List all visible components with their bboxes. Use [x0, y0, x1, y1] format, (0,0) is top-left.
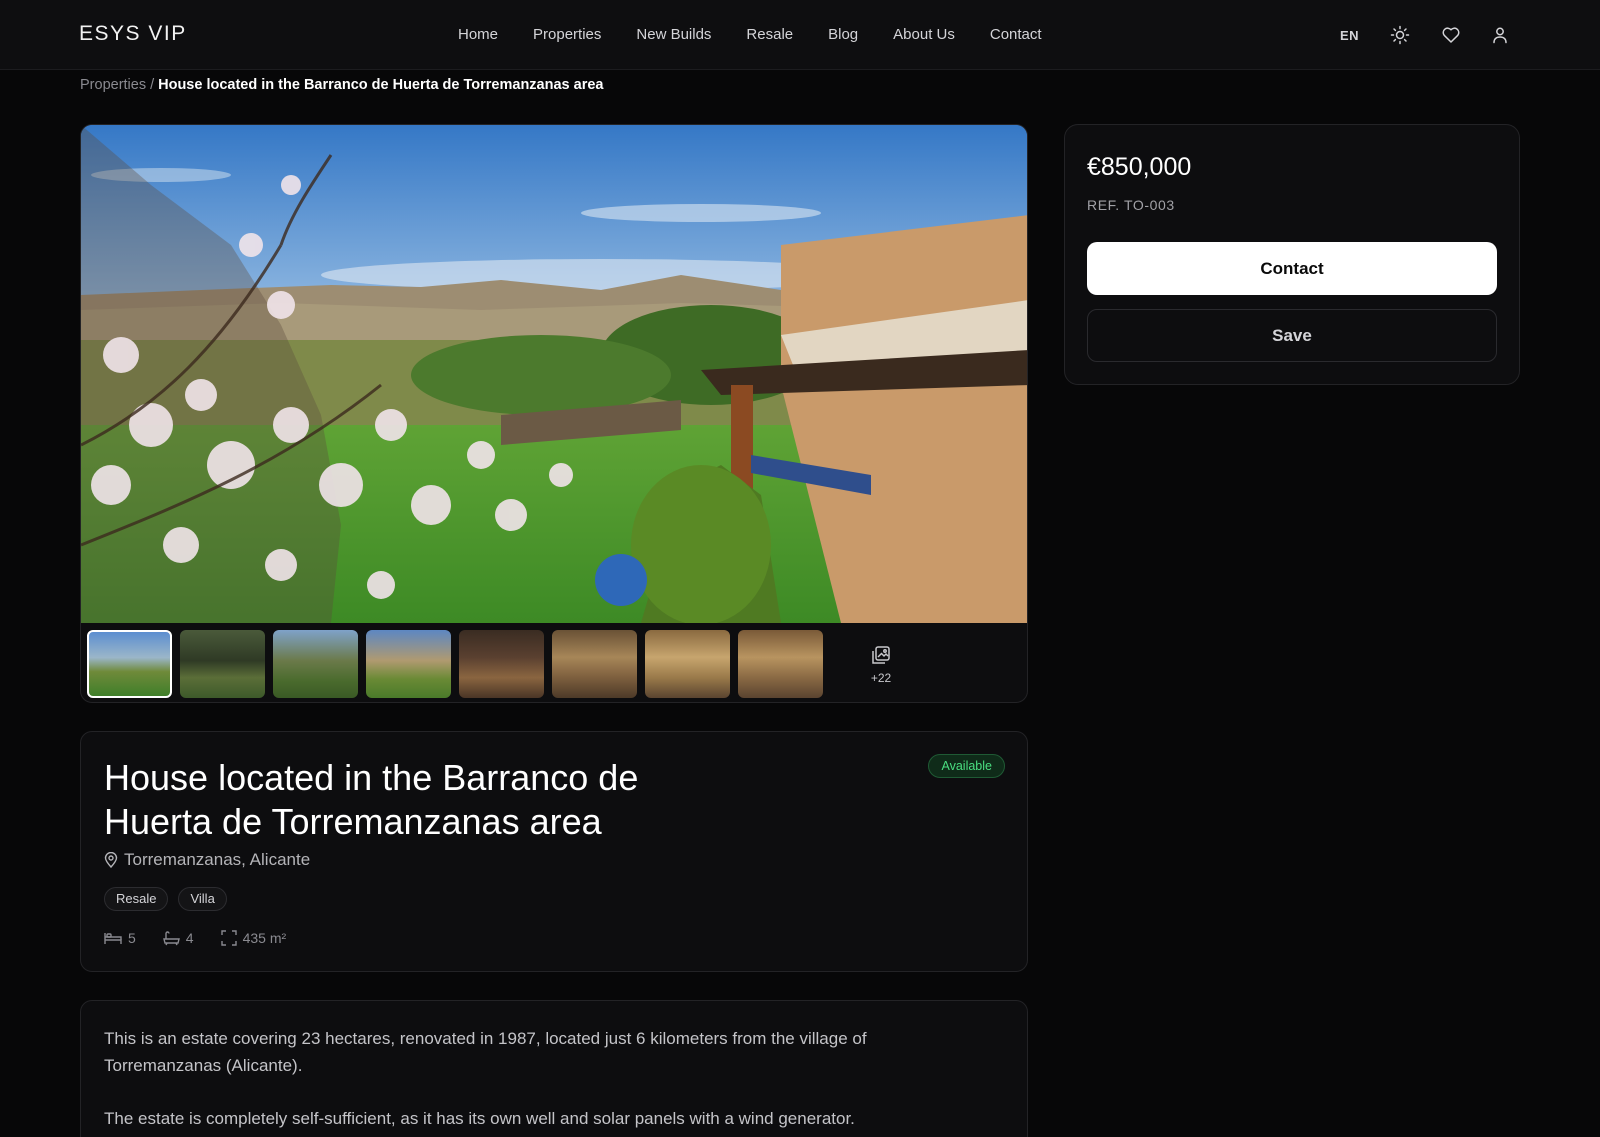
save-button[interactable]: Save [1087, 309, 1497, 362]
status-badge: Available [928, 754, 1005, 778]
nav-resale[interactable]: Resale [746, 26, 793, 43]
nav-about-us[interactable]: About Us [893, 26, 955, 43]
map-pin-icon [104, 852, 118, 868]
language-switcher[interactable]: EN [1340, 28, 1359, 43]
gallery-thumbnail[interactable] [273, 630, 358, 698]
nav-properties[interactable]: Properties [533, 26, 601, 43]
breadcrumb-separator: / [150, 77, 155, 93]
tag-resale: Resale [104, 887, 169, 911]
description-paragraph: The estate is completely self-sufficient… [104, 1109, 855, 1128]
top-navigation-bar: ESYS VIP Home Properties New Builds Resa… [0, 0, 1600, 70]
listing-title: House located in the Barranco de Huerta … [104, 757, 639, 842]
thumbnail-strip [87, 630, 823, 698]
heart-icon[interactable] [1441, 25, 1461, 45]
description-paragraph: This is an estate covering 23 hectares, … [104, 1029, 867, 1075]
location-text: Torremanzanas, Alicante [124, 850, 311, 869]
user-icon[interactable] [1490, 25, 1510, 45]
nav-new-builds[interactable]: New Builds [636, 26, 711, 43]
breadcrumb-current: House located in the Barranco de Huerta … [158, 77, 604, 93]
listing-location: Torremanzanas, Alicante [104, 850, 310, 870]
nav-home[interactable]: Home [458, 26, 498, 43]
area-value: 435 m² [242, 930, 287, 946]
more-photos-button[interactable]: +22 [851, 645, 911, 687]
nav-contact[interactable]: Contact [990, 26, 1042, 43]
nav-blog[interactable]: Blog [828, 26, 858, 43]
listing-description: This is an estate covering 23 hectares, … [80, 1000, 1028, 1137]
stat-bathrooms: 4 [162, 930, 194, 946]
stat-area: 435 m² [220, 930, 287, 946]
main-property-photo[interactable] [81, 125, 1027, 623]
breadcrumb: Properties / House located in the Barranco… [80, 77, 603, 93]
gallery-icon [872, 646, 890, 664]
listing-stats: 5 4 435 m² [104, 930, 286, 946]
bath-icon [162, 930, 180, 945]
listing-tags: Resale Villa [104, 887, 227, 911]
listing-price: €850,000 [1087, 153, 1192, 181]
photo-gallery: +22 [80, 124, 1028, 703]
price-card: €850,000 REF. TO-003 Contact Save [1064, 124, 1520, 385]
bathrooms-count: 4 [185, 930, 194, 946]
gallery-thumbnail[interactable] [87, 630, 172, 698]
gallery-thumbnail[interactable] [459, 630, 544, 698]
stat-bedrooms: 5 [104, 930, 136, 946]
gallery-thumbnail[interactable] [552, 630, 637, 698]
tag-villa: Villa [178, 887, 227, 911]
gallery-thumbnail[interactable] [738, 630, 823, 698]
breadcrumb-properties-link[interactable]: Properties [80, 77, 146, 93]
bed-icon [104, 933, 122, 944]
listing-info-card: House located in the Barranco de Huerta … [80, 731, 1028, 972]
gallery-thumbnail[interactable] [366, 630, 451, 698]
bedrooms-count: 5 [128, 930, 136, 946]
main-nav: Home Properties New Builds Resale Blog A… [458, 26, 1042, 43]
site-logo[interactable]: ESYS VIP [79, 22, 187, 46]
sun-icon[interactable] [1390, 25, 1410, 45]
gallery-thumbnail[interactable] [645, 630, 730, 698]
contact-button[interactable]: Contact [1087, 242, 1497, 295]
gallery-thumbnail[interactable] [180, 630, 265, 698]
listing-reference: REF. TO-003 [1087, 197, 1175, 213]
more-photos-count: +22 [870, 671, 892, 685]
area-icon [220, 930, 237, 946]
